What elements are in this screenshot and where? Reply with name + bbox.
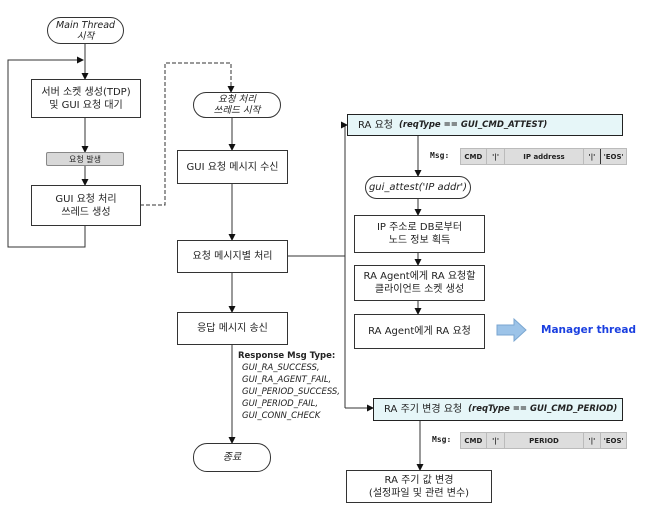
- period-request-label: RA 주기 변경 요청: [384, 404, 463, 415]
- period-request-box: RA 주기 변경 요청 (reqType == GUI_CMD_PERIOD): [373, 398, 623, 421]
- msg-field: 'EOS': [603, 152, 624, 161]
- main-thread-start: Main Thread 시작: [47, 17, 124, 44]
- process-message-box: 요청 메시지별 처리: [177, 240, 288, 273]
- request-thread-start: 요청 처리 쓰레드 시작: [193, 92, 281, 118]
- response-item: GUI_RA_SUCCESS,: [242, 363, 320, 373]
- request-occurs-box: 요청 발생: [46, 152, 124, 166]
- gui-attest-call: gui_attest('IP addr'): [365, 176, 471, 199]
- msg-field: IP address: [505, 149, 584, 164]
- attest-msg-format: CMD '|' IP address '|' 'EOS': [460, 148, 627, 165]
- msg-field: '|': [584, 149, 602, 164]
- msg-field: CMD: [461, 433, 487, 448]
- msg-field: '|': [487, 433, 506, 448]
- msg-field: '|': [584, 433, 602, 448]
- client-socket-box: RA Agent에게 RA 요청할 클라이언트 소켓 생성: [354, 265, 485, 301]
- msg-field: CMD: [461, 149, 487, 164]
- period-request-cond: (reqType == GUI_CMD_PERIOD): [468, 404, 618, 414]
- msg-field: PERIOD: [505, 433, 584, 448]
- msg-field: 'EOS': [603, 436, 624, 445]
- response-title: Response Msg Type:: [238, 351, 336, 361]
- send-response-box: 응답 메시지 송신: [177, 312, 288, 345]
- receive-message-box: GUI 요청 메시지 수신: [177, 150, 288, 184]
- ra-request-box: RA 요청 (reqType == GUI_CMD_ATTEST): [347, 114, 623, 136]
- manager-thread-label: Manager thread: [541, 324, 636, 336]
- right-arrow-icon: [496, 317, 527, 343]
- get-node-info-box: IP 주소로 DB로부터 노드 정보 획득: [354, 215, 485, 253]
- msg-field: '|': [487, 149, 506, 164]
- flowchart: Main Thread 시작 서버 소켓 생성(TDP) 및 GUI 요청 대기…: [0, 0, 669, 509]
- period-msg-format: CMD '|' PERIOD '|' 'EOS': [460, 432, 627, 449]
- ra-send-box: RA Agent에게 RA 요청: [354, 314, 485, 349]
- response-item: GUI_CONN_CHECK: [242, 411, 321, 421]
- response-item: GUI_PERIOD_FAIL,: [242, 399, 319, 409]
- msg-label: Msg:: [432, 435, 452, 444]
- create-thread-box: GUI 요청 처리 쓰레드 생성: [31, 185, 141, 226]
- server-socket-box: 서버 소켓 생성(TDP) 및 GUI 요청 대기: [31, 79, 141, 118]
- ra-request-label: RA 요청: [358, 119, 393, 131]
- msg-label: Msg:: [430, 151, 450, 160]
- response-item: GUI_RA_AGENT_FAIL,: [242, 375, 332, 385]
- end-terminal: 종료: [193, 443, 271, 472]
- response-item: GUI_PERIOD_SUCCESS,: [242, 387, 341, 397]
- response-msg-types: Response Msg Type: GUI_RA_SUCCESS, GUI_R…: [238, 350, 340, 422]
- period-change-box: RA 주기 값 변경 (설정파일 및 관련 변수): [346, 470, 492, 503]
- ra-request-cond: (reqType == GUI_CMD_ATTEST): [398, 119, 548, 130]
